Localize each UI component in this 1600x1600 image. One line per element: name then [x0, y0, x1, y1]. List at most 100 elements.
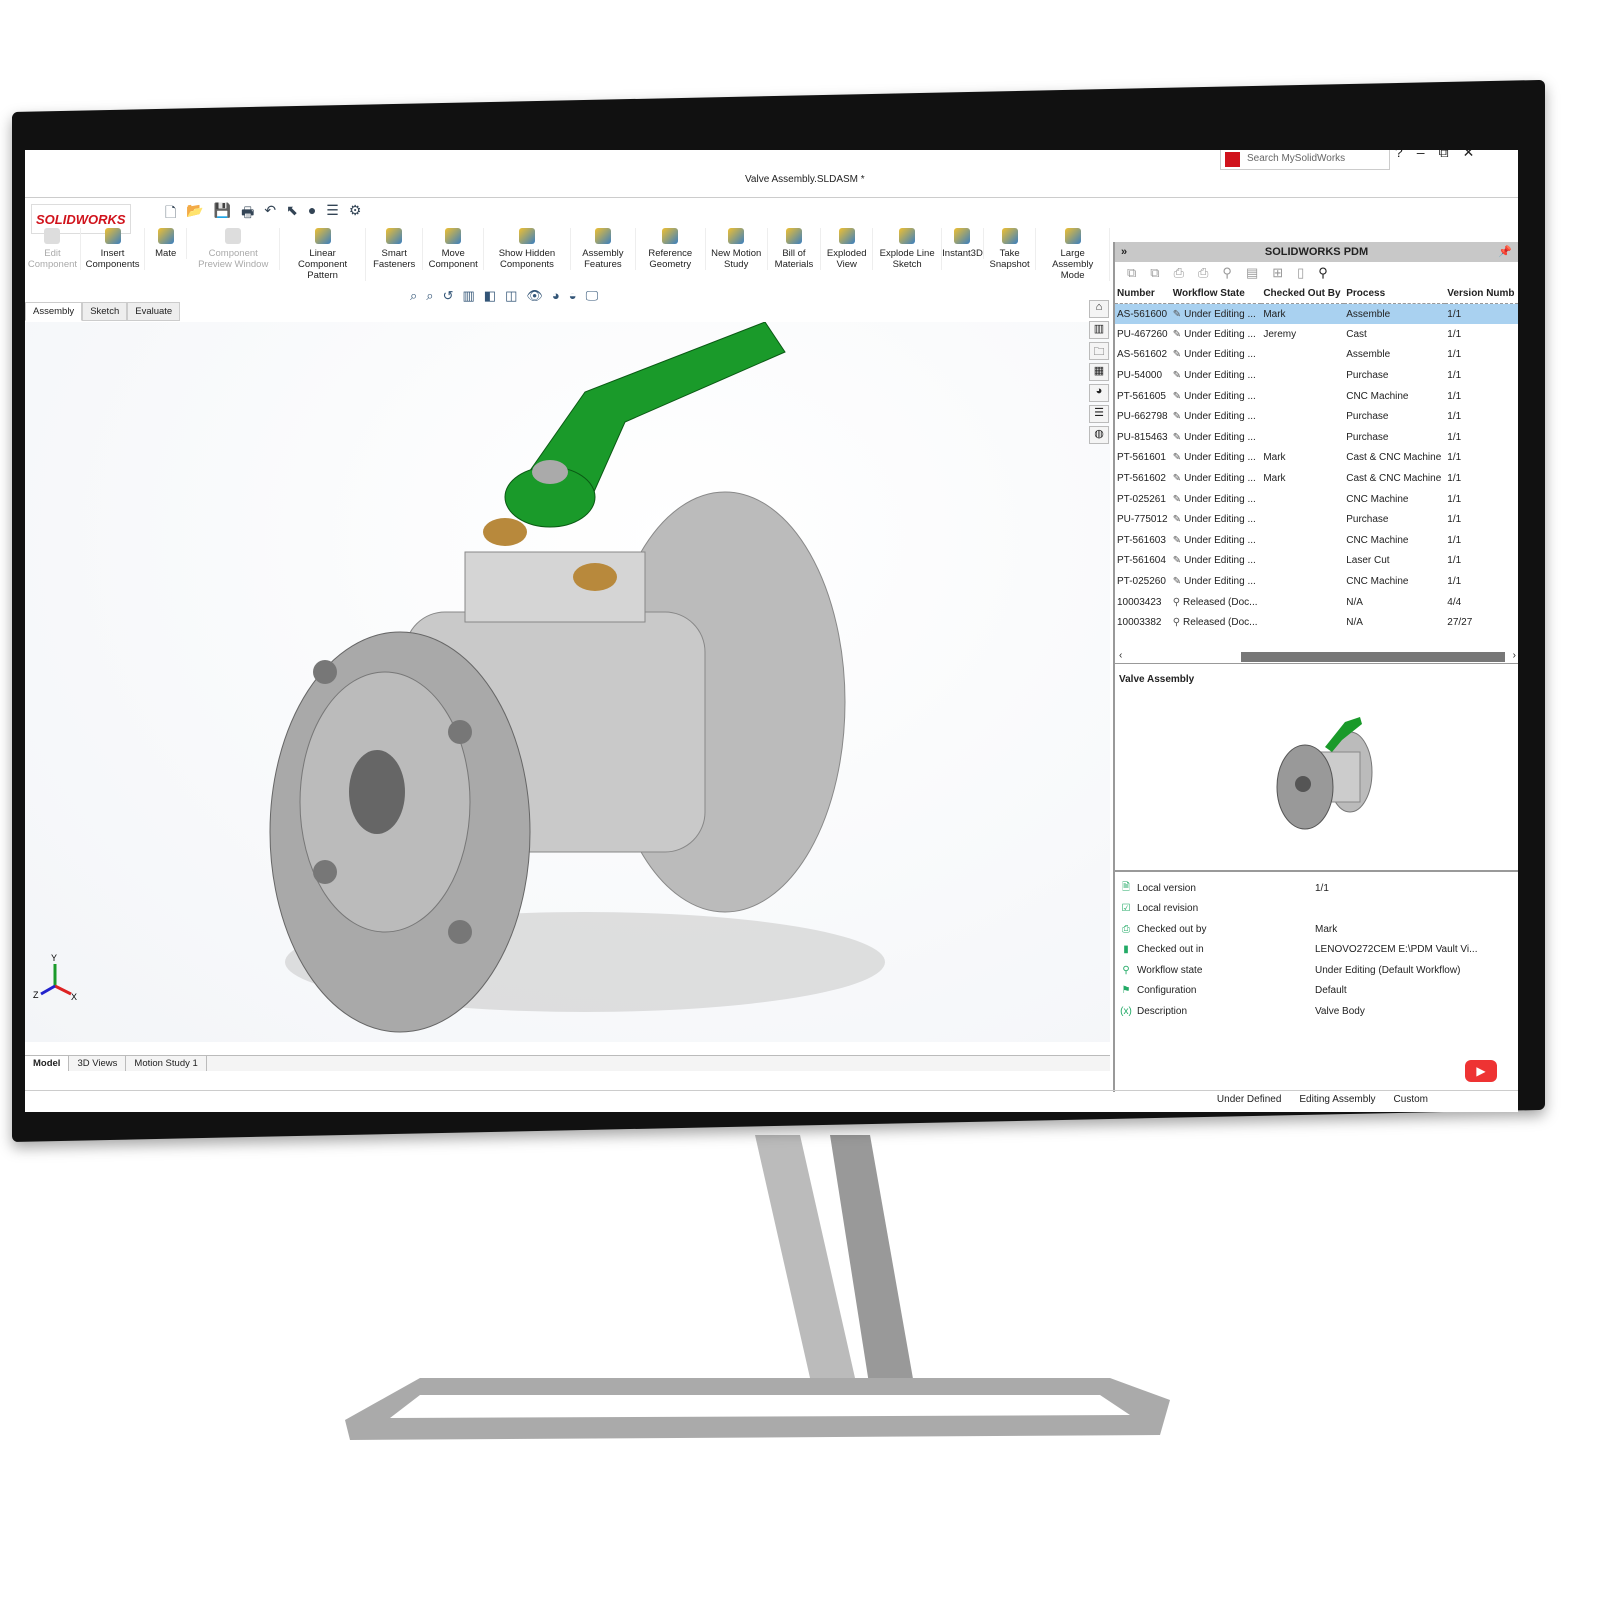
options-gear-icon[interactable]: ⚙	[349, 202, 362, 226]
ribbon-button[interactable]: Take Snapshot	[984, 228, 1037, 270]
print-icon[interactable]: 🖶	[241, 202, 254, 226]
table-row[interactable]: PU-815463 ✎ Under Editing ... Purchase 1/1	[1115, 427, 1518, 448]
restore-button[interactable]: ⧉	[1439, 150, 1449, 161]
search-icon[interactable]: ⚲	[1318, 265, 1328, 281]
open-icon[interactable]: 📂	[186, 202, 203, 226]
ribbon-button[interactable]: Smart Fasteners	[366, 228, 424, 270]
workflow-editing-icon: ✎	[1172, 411, 1182, 423]
model-tab[interactable]: Motion Study 1	[126, 1056, 207, 1071]
undo-icon[interactable]: ↶	[264, 202, 276, 226]
where-used-icon[interactable]: ⊞	[1272, 265, 1283, 281]
check-in-icon[interactable]: ⎙	[1198, 265, 1208, 281]
table-row[interactable]: PU-775012 ✎ Under Editing ... Purchase 1/1	[1115, 509, 1518, 530]
valve-assembly-model[interactable]	[25, 321, 1110, 1042]
display-settings-icon[interactable]: 🖵	[586, 288, 599, 304]
ribbon-button[interactable]: New Motion Study	[706, 228, 768, 270]
table-row[interactable]: 10003382 ⚲ Released (Doc... N/A 27/27	[1115, 612, 1518, 633]
column-header[interactable]: Checked Out By	[1261, 284, 1345, 304]
ribbon-button[interactable]: Instant3D	[942, 228, 984, 259]
bom-icon[interactable]: ▤	[1246, 265, 1258, 281]
command-tab[interactable]: Sketch	[82, 302, 128, 321]
table-row[interactable]: AS-561600 ✎ Under Editing ... Mark Assemble 1…	[1115, 303, 1518, 325]
ribbon-button[interactable]: Explode Line Sketch	[873, 228, 942, 270]
table-row[interactable]: PT-561604 ✎ Under Editing ... Laser Cut 1/1	[1115, 551, 1518, 572]
appearance-icon[interactable]: ◕	[552, 288, 560, 304]
close-button[interactable]: ✕	[1463, 150, 1475, 161]
rebuild-icon[interactable]: ●	[308, 202, 316, 226]
column-header[interactable]: Version Numb	[1445, 284, 1518, 304]
change-state-icon[interactable]: ⚲	[1222, 265, 1232, 281]
collapse-button[interactable]: »	[1121, 242, 1127, 262]
table-row[interactable]: PT-561603 ✎ Under Editing ... CNC Machine 1/…	[1115, 530, 1518, 551]
table-row[interactable]: AS-561602 ✎ Under Editing ... Assemble 1/1	[1115, 345, 1518, 366]
youtube-subscribe-icon[interactable]: ▶	[1465, 1060, 1497, 1082]
table-row[interactable]: PU-467260 ✎ Under Editing ... Jeremy Cast 1/1	[1115, 324, 1518, 345]
ribbon-button[interactable]: Move Component	[423, 228, 485, 270]
table-row[interactable]: PT-025261 ✎ Under Editing ... CNC Machine 1/…	[1115, 489, 1518, 510]
table-row[interactable]: PT-561605 ✎ Under Editing ... CNC Machine 1/…	[1115, 386, 1518, 407]
horizontal-scrollbar[interactable]: ‹ ›	[1115, 650, 1518, 664]
zoom-area-icon[interactable]: ⌕	[426, 288, 433, 304]
view-palette-icon[interactable]: ▦	[1089, 363, 1109, 381]
table-row[interactable]: PT-561602 ✎ Under Editing ... Mark Cast & CN…	[1115, 468, 1518, 489]
ribbon-button[interactable]: Show Hidden Components	[484, 228, 571, 270]
section-view-icon[interactable]: ▥	[462, 288, 474, 304]
file-explorer-icon[interactable]: 🗀	[1089, 342, 1109, 360]
units-selector[interactable]: Custom	[1394, 1094, 1428, 1112]
column-header[interactable]: Number	[1115, 284, 1171, 304]
pdm-icon[interactable]: ◍	[1089, 426, 1109, 444]
ribbon-button[interactable]: Edit Component	[25, 228, 81, 270]
custom-properties-icon[interactable]: ☰	[1089, 405, 1109, 423]
help-button[interactable]: ?	[1395, 150, 1403, 161]
ribbon-button[interactable]: Mate	[145, 228, 188, 259]
new-icon[interactable]: 🗋	[165, 202, 176, 226]
table-row[interactable]: PU-54000 ✎ Under Editing ... Purchase 1/1	[1115, 365, 1518, 386]
search-input[interactable]: Search MySolidWorks	[1220, 150, 1390, 170]
get-latest-icon[interactable]: ⧉	[1127, 265, 1136, 281]
scroll-left-icon[interactable]: ‹	[1119, 650, 1122, 661]
table-row[interactable]: PT-561601 ✎ Under Editing ... Mark Cast & CN…	[1115, 448, 1518, 469]
scroll-thumb[interactable]	[1241, 652, 1505, 662]
check-out-icon[interactable]: ⎙	[1174, 265, 1184, 281]
model-tab[interactable]: 3D Views	[69, 1056, 127, 1071]
ribbon-button[interactable]: Assembly Features	[571, 228, 636, 270]
scene-icon[interactable]: ◒	[569, 288, 577, 304]
display-style-icon[interactable]: ◫	[505, 288, 517, 304]
table-cell: 1/1	[1447, 328, 1462, 340]
ribbon-button[interactable]: Exploded View	[821, 228, 874, 270]
ribbon-button[interactable]: Reference Geometry	[636, 228, 706, 270]
ribbon-button[interactable]: Large Assembly Mode	[1036, 228, 1111, 281]
hide-show-icon[interactable]: 👁	[526, 288, 543, 304]
table-cell: 1/1	[1447, 576, 1462, 588]
minimize-button[interactable]: –	[1417, 150, 1425, 161]
column-header[interactable]: Workflow State	[1170, 284, 1262, 304]
appearances-icon[interactable]: ◕	[1089, 384, 1109, 402]
select-icon[interactable]: ⬉	[286, 202, 298, 226]
table-row[interactable]: PT-025260 ✎ Under Editing ... CNC Machine 1/…	[1115, 571, 1518, 592]
table-cell: PT-561602	[1117, 473, 1166, 485]
design-library-icon[interactable]: ▥	[1089, 321, 1109, 339]
home-icon[interactable]: ⌂	[1089, 300, 1109, 318]
vault-icon[interactable]: ▯	[1297, 265, 1304, 281]
ribbon-button[interactable]: Bill of Materials	[768, 228, 822, 270]
get-version-icon[interactable]: ⧉	[1150, 265, 1159, 281]
model-tab[interactable]: Model	[25, 1056, 70, 1071]
pin-icon[interactable]: 📌	[1498, 242, 1512, 262]
command-tab[interactable]: Assembly	[25, 302, 83, 321]
previous-view-icon[interactable]: ↺	[443, 288, 454, 304]
ribbon-button[interactable]: Insert Components	[81, 228, 146, 270]
ribbon-label: Reference Geometry	[648, 248, 693, 270]
zoom-to-fit-icon[interactable]: ⌕	[410, 288, 417, 304]
graphics-area[interactable]: Y X Z	[25, 321, 1110, 1042]
scroll-right-icon[interactable]: ›	[1513, 650, 1516, 661]
save-icon[interactable]: 💾	[214, 202, 231, 226]
command-tabs: Assembly Sketch Evaluate	[25, 302, 181, 321]
command-tab[interactable]: Evaluate	[127, 302, 181, 321]
table-row[interactable]: 10003423 ⚲ Released (Doc... N/A 4/4	[1115, 592, 1518, 613]
ribbon-button[interactable]: Linear Component Pattern	[280, 228, 366, 281]
column-header[interactable]: Process	[1344, 284, 1446, 304]
ribbon-button[interactable]: Component Preview Window	[187, 228, 281, 270]
table-row[interactable]: PU-662798 ✎ Under Editing ... Purchase 1/1	[1115, 406, 1518, 427]
view-orientation-icon[interactable]: ◧	[484, 288, 496, 304]
file-properties-icon[interactable]: ☰	[326, 202, 339, 226]
